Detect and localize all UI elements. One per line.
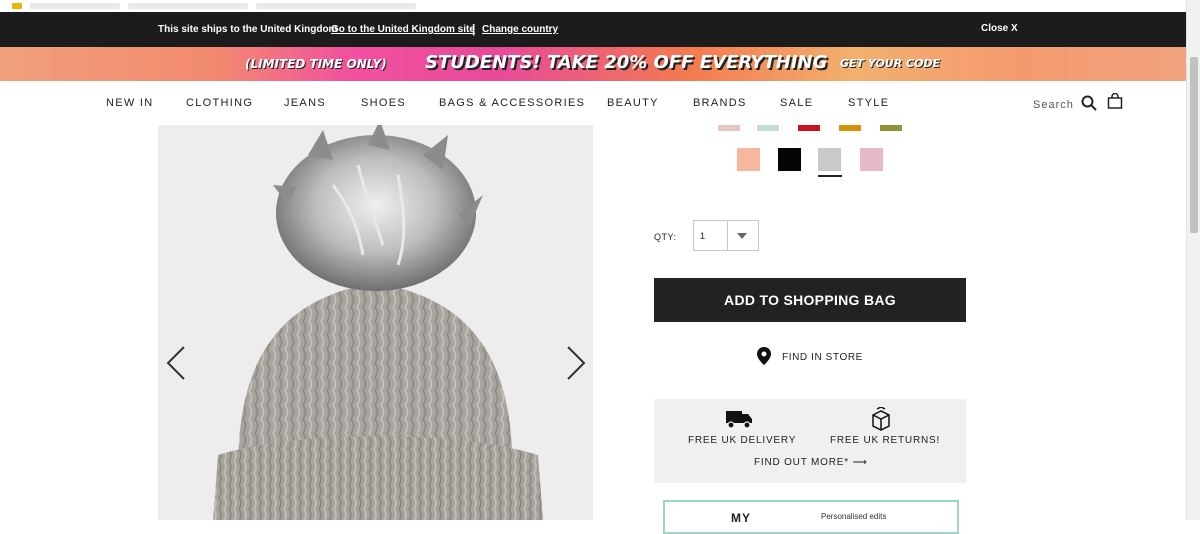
delivery-truck-icon [726,411,752,429]
search-label[interactable]: Search [1033,99,1074,111]
free-uk-returns-label: FREE UK RETURNS! [830,435,941,446]
nav-brands[interactable]: BRANDS [693,97,747,109]
promo-headline: STUDENTS! TAKE 20% OFF EVERYTHING [425,52,828,73]
quantity-select[interactable]: 1 [693,220,759,251]
main-navigation: NEW IN CLOTHING JEANS SHOES BAGS & ACCES… [0,81,1186,125]
nav-style[interactable]: STYLE [848,97,889,109]
shopping-bag-icon[interactable] [1107,93,1123,109]
student-promo-banner[interactable]: (LIMITED TIME ONLY) STUDENTS! TAKE 20% O… [0,47,1186,81]
add-to-shopping-bag-button[interactable]: ADD TO SHOPPING BAG [654,278,966,322]
scrollbar-thumb[interactable] [1190,57,1198,233]
selected-swatch-indicator [818,175,842,177]
colour-swatch[interactable] [860,148,883,171]
colour-swatch[interactable] [757,125,779,131]
change-country-link[interactable]: Change country [482,24,558,35]
delivery-returns-panel: FREE UK DELIVERY FREE UK RETURNS! FIND O… [654,399,966,483]
nav-clothing[interactable]: CLOTHING [186,97,253,109]
beanie-illustration [213,125,543,520]
bookmark-icon[interactable] [12,3,22,9]
find-out-more-link[interactable]: FIND OUT MORE* ⟶ [754,457,868,468]
returns-box-icon [872,407,890,431]
bookmark-item[interactable] [256,3,416,9]
nav-beauty[interactable]: BEAUTY [607,97,659,109]
nav-new-in[interactable]: NEW IN [106,97,154,109]
colour-swatch[interactable] [718,125,740,131]
colour-swatch[interactable] [778,148,801,171]
nav-jeans[interactable]: JEANS [284,97,326,109]
shipping-message: This site ships to the United Kingdom [158,24,338,35]
colour-swatch[interactable] [798,125,820,131]
previous-image-arrow-icon[interactable] [165,345,187,381]
get-your-code-link[interactable]: GET YOUR CODE [840,57,940,70]
close-shipping-bar-button[interactable]: Close X [981,23,1018,34]
promo-limited-time: (LIMITED TIME ONLY) [245,57,387,71]
shipping-notice-bar: This site ships to the United Kingdom Go… [0,12,1186,47]
nav-bags-accessories[interactable]: BAGS & ACCESSORIES [439,97,585,109]
colour-swatch-selected[interactable] [818,148,841,171]
product-image-beanie [158,125,593,520]
nav-shoes[interactable]: SHOES [361,97,406,109]
page-scrollbar[interactable] [1186,0,1200,520]
colour-swatch[interactable] [839,125,861,131]
search-icon[interactable] [1081,95,1097,111]
colour-swatch[interactable] [737,148,760,171]
nav-sale[interactable]: SALE [780,97,813,109]
qty-label: QTY: [654,232,677,242]
next-image-arrow-icon[interactable] [565,345,587,381]
find-in-store-label: FIND IN STORE [782,352,863,363]
free-uk-delivery-label: FREE UK DELIVERY [688,435,797,446]
colour-swatch[interactable] [880,125,902,131]
my-banner-title: MY [731,511,751,525]
quantity-divider [727,221,728,250]
quantity-value: 1 [700,231,706,241]
bookmark-item[interactable] [128,3,248,9]
bookmark-item[interactable] [30,3,120,9]
link-separator: | [472,22,476,36]
chevron-down-icon[interactable] [737,233,747,239]
location-pin-icon [757,347,771,365]
my-personalised-edits-banner[interactable]: MY Personalised edits [663,500,959,534]
go-to-uk-site-link[interactable]: Go to the United Kingdom site [331,24,475,35]
